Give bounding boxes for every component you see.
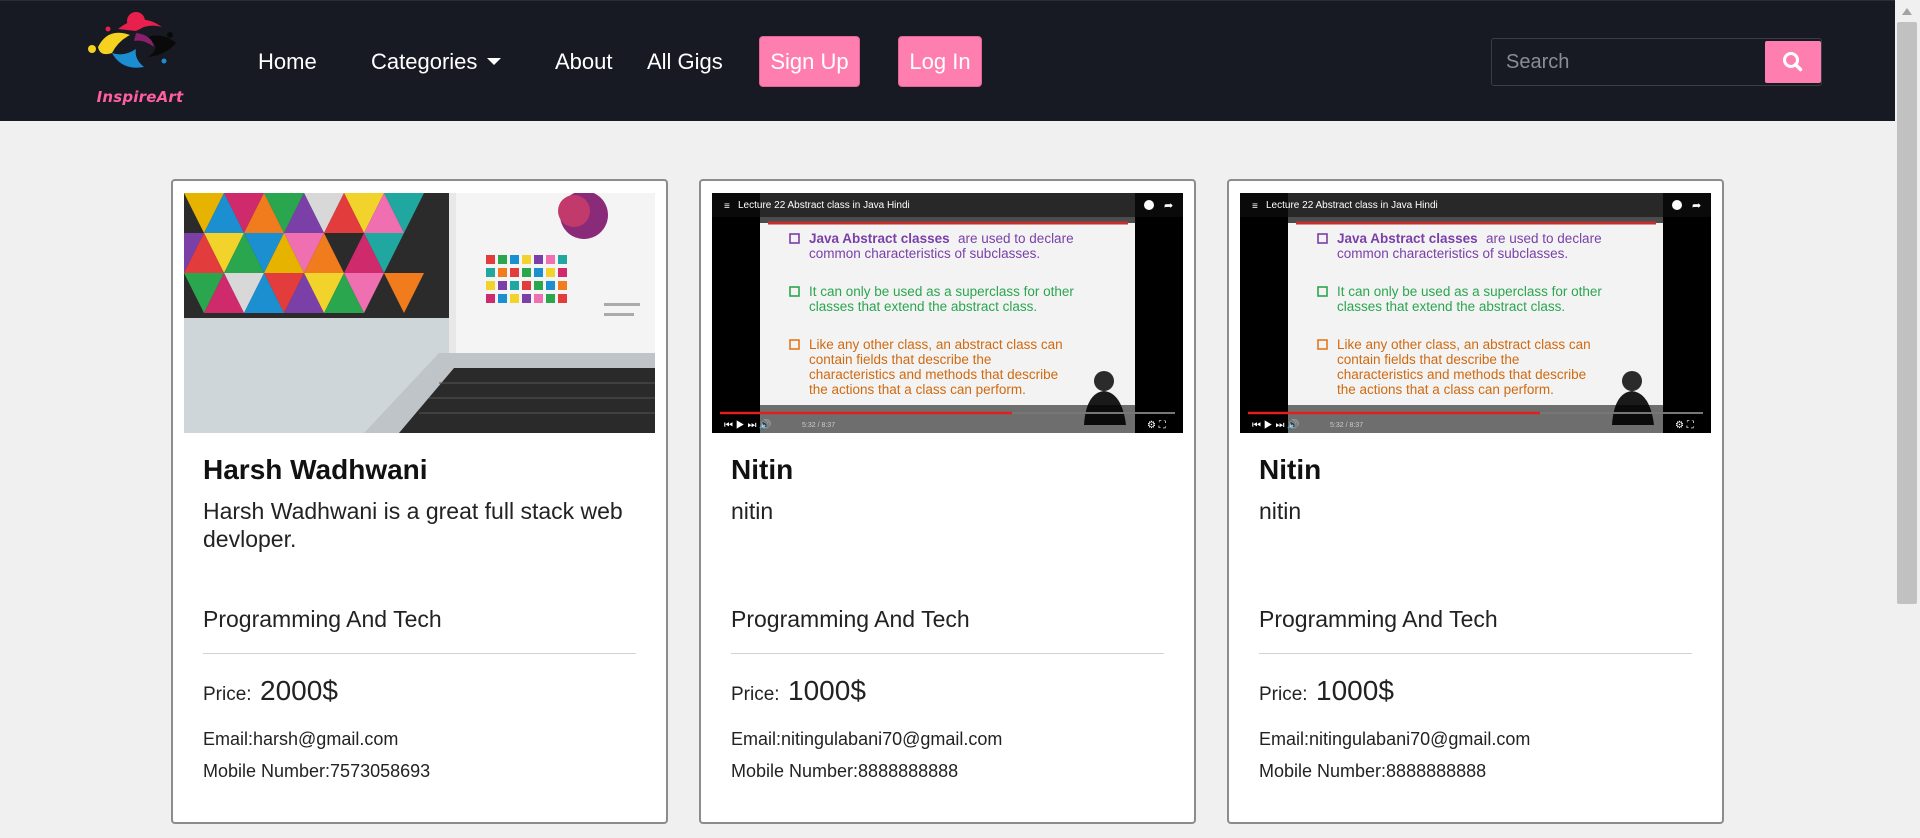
video-bullet1-line2: common characteristics of subclasses. xyxy=(1337,246,1568,261)
video-time: 5:32 / 8:37 xyxy=(1330,422,1363,429)
gig-video-thumbnail[interactable]: ≡ Lecture 22 Abstract class in Java Hind… xyxy=(712,193,1183,433)
gig-description: nitin xyxy=(1259,498,1302,524)
video-bullet3-line1: Like any other class, an abstract class … xyxy=(1337,337,1591,352)
nav-categories-dropdown[interactable]: Categories xyxy=(371,48,502,75)
video-bullet2-line2: classes that extend the abstract class. xyxy=(809,299,1037,314)
video-time: 5:32 / 8:37 xyxy=(802,422,835,429)
gig-category: Programming And Tech xyxy=(1259,606,1498,632)
brand-name: InspireArt xyxy=(96,88,184,106)
video-bullet2-line1: It can only be used as a superclass for … xyxy=(809,284,1074,299)
nav-all-gigs-link[interactable]: All Gigs xyxy=(647,48,723,75)
search-button[interactable] xyxy=(1765,41,1821,83)
svg-text:⏮ ▶ ⏭ 🔊: ⏮ ▶ ⏭ 🔊 xyxy=(724,418,772,431)
gig-image-laptop xyxy=(184,193,655,433)
gig-video-thumbnail[interactable]: ≡ Lecture 22 Abstract class in Java Hind… xyxy=(1240,193,1711,433)
svg-text:⚙ ⛶: ⚙ ⛶ xyxy=(1147,420,1167,431)
gig-category: Programming And Tech xyxy=(731,606,970,632)
svg-text:≡: ≡ xyxy=(724,201,730,212)
gig-card[interactable]: ≡ Lecture 22 Abstract class in Java Hind… xyxy=(699,179,1196,824)
gig-email: Email:nitingulabani70@gmail.com xyxy=(1259,729,1531,749)
caret-down-icon xyxy=(487,58,502,65)
nav-about-link[interactable]: About xyxy=(555,48,613,75)
signup-button[interactable]: Sign Up xyxy=(759,36,860,87)
gig-description: Harsh Wadhwani is a great full stack web… xyxy=(203,498,623,552)
price-label: Price: xyxy=(1259,684,1308,705)
gig-card[interactable]: ≡ Lecture 22 Abstract class in Java Hind… xyxy=(1227,179,1724,824)
video-title: Lecture 22 Abstract class in Java Hindi xyxy=(738,200,910,211)
divider xyxy=(1259,653,1692,654)
gig-email: Email:nitingulabani70@gmail.com xyxy=(731,729,1003,749)
price-value: 1000$ xyxy=(788,675,866,706)
svg-text:⏮ ▶ ⏭ 🔊: ⏮ ▶ ⏭ 🔊 xyxy=(1252,418,1300,431)
gig-mobile: Mobile Number:7573058693 xyxy=(203,761,431,781)
video-bullet2-line1: It can only be used as a superclass for … xyxy=(1337,284,1602,299)
gig-title: Nitin xyxy=(731,454,794,485)
page-scrollbar[interactable] xyxy=(1895,0,1920,838)
video-bullet3-line2: contain fields that describe the xyxy=(1337,352,1519,367)
gig-category: Programming And Tech xyxy=(203,606,442,632)
video-bullet3-line3: characteristics and methods that describ… xyxy=(1337,367,1586,382)
price-label: Price: xyxy=(203,684,252,705)
price-row: Price: 1000$ xyxy=(1259,675,1394,707)
scroll-up-arrow-icon[interactable] xyxy=(1902,8,1912,15)
video-bullet1-line2: common characteristics of subclasses. xyxy=(809,246,1040,261)
brand-logo[interactable]: InspireArt xyxy=(78,9,188,111)
gig-card[interactable]: Harsh Wadhwani Harsh Wadhwani is a great… xyxy=(171,179,668,824)
video-bullet3-line2: contain fields that describe the xyxy=(809,352,991,367)
gig-description: nitin xyxy=(731,498,774,524)
price-row: Price: 2000$ xyxy=(203,675,338,707)
video-bullet2-line2: classes that extend the abstract class. xyxy=(1337,299,1565,314)
gig-title: Nitin xyxy=(1259,454,1322,485)
video-title: Lecture 22 Abstract class in Java Hindi xyxy=(1266,200,1438,211)
gig-email: Email:harsh@gmail.com xyxy=(203,729,399,749)
video-bullet1-rest: are used to declare xyxy=(958,231,1074,246)
video-bullet3-line3: characteristics and methods that describ… xyxy=(809,367,1058,382)
logo-paint-splash-icon xyxy=(88,12,176,68)
nav-home-link[interactable]: Home xyxy=(258,48,317,75)
gig-mobile: Mobile Number:8888888888 xyxy=(1259,761,1487,781)
price-value: 2000$ xyxy=(260,675,338,706)
video-bullet3-line4: the actions that a class can perform. xyxy=(1337,382,1554,397)
nav-categories-label: Categories xyxy=(371,49,478,74)
divider xyxy=(731,653,1164,654)
login-button[interactable]: Log In xyxy=(898,36,982,87)
svg-text:≡: ≡ xyxy=(1252,201,1258,212)
video-bullet3-line1: Like any other class, an abstract class … xyxy=(809,337,1063,352)
video-bullet1-bold: Java Abstract classes xyxy=(1337,231,1478,246)
navbar: InspireArt Home Categories About All Gig… xyxy=(0,0,1895,121)
gig-title: Harsh Wadhwani xyxy=(203,454,428,485)
svg-text:➦: ➦ xyxy=(1692,200,1701,212)
svg-text:➦: ➦ xyxy=(1164,200,1173,212)
video-bullet1-rest: are used to declare xyxy=(1486,231,1602,246)
video-bullet1-bold: Java Abstract classes xyxy=(809,231,950,246)
search-input[interactable] xyxy=(1494,41,1764,83)
price-row: Price: 1000$ xyxy=(731,675,866,707)
divider xyxy=(203,653,636,654)
search-icon xyxy=(1783,52,1803,72)
gig-mobile: Mobile Number:8888888888 xyxy=(731,761,959,781)
price-label: Price: xyxy=(731,684,780,705)
scroll-thumb[interactable] xyxy=(1897,22,1917,604)
price-value: 1000$ xyxy=(1316,675,1394,706)
svg-text:⚙ ⛶: ⚙ ⛶ xyxy=(1675,420,1695,431)
search-form xyxy=(1491,38,1822,86)
video-bullet3-line4: the actions that a class can perform. xyxy=(809,382,1026,397)
